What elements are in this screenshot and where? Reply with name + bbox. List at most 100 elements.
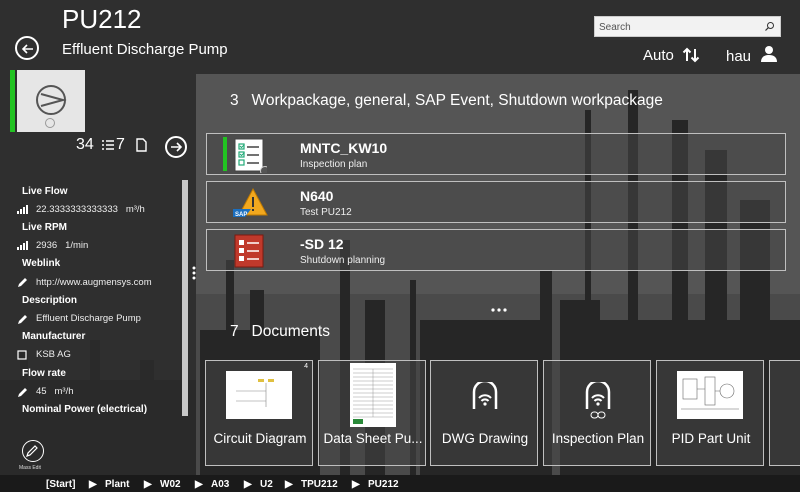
documents-heading: 7 Documents: [230, 323, 330, 341]
breadcrumb-item[interactable]: U2: [260, 479, 273, 490]
more-horizontal-icon[interactable]: [491, 308, 507, 312]
asset-status-bar: [10, 70, 15, 132]
wireless-document-icon: [585, 382, 611, 409]
property-value: 2936 1/min: [36, 240, 88, 251]
workpackage-heading-text: Workpackage, general, SAP Event, Shutdow…: [251, 92, 663, 109]
document-name: Data Sheet Pu...: [323, 431, 423, 446]
pencil-icon: [26, 445, 38, 457]
value-text: 22.3333333333333: [36, 204, 118, 215]
page-subtitle: Effluent Discharge Pump: [62, 41, 228, 58]
document-name: DWG Drawing: [441, 431, 529, 446]
pid-thumbnail: [677, 371, 743, 419]
task-count: 7: [116, 136, 125, 153]
breadcrumb-separator: ▶: [89, 479, 97, 490]
pencil-icon[interactable]: [17, 314, 28, 325]
pencil-icon[interactable]: [17, 277, 28, 288]
property-label: Live RPM: [22, 222, 68, 233]
breadcrumb-item[interactable]: W02: [160, 479, 181, 490]
unit-text: m³/h: [54, 386, 74, 397]
property-value: 22.3333333333333 m³/h: [36, 204, 145, 215]
page-title: PU212: [62, 4, 142, 34]
workpackage-item[interactable]: -SD 12 Shutdown planning: [206, 229, 786, 271]
signal-icon: [17, 241, 28, 250]
back-button[interactable]: [15, 36, 39, 60]
asset-tile[interactable]: [17, 70, 85, 132]
property-label: Weblink: [22, 258, 61, 269]
document-tile[interactable]: [769, 360, 800, 466]
checkbox-icon[interactable]: [17, 350, 27, 360]
workpackage-name: MNTC_KW10: [300, 140, 388, 156]
document-icon[interactable]: [136, 138, 147, 152]
workpackage-item[interactable]: MNTC_KW10 Inspection plan: [206, 133, 786, 175]
property-value: http://www.augmensys.com: [36, 277, 152, 288]
svg-text:SAP: SAP: [235, 212, 247, 218]
search-box[interactable]: [594, 16, 781, 37]
document-count: 7: [230, 323, 239, 340]
document-name: Inspection Plan: [551, 431, 645, 446]
breadcrumb-item[interactable]: A03: [211, 479, 229, 490]
property-value: Effluent Discharge Pump: [36, 313, 141, 324]
document-tile[interactable]: DWG Drawing: [430, 360, 538, 466]
property-value: KSB AG: [36, 349, 71, 360]
pump-icon: [36, 85, 67, 115]
arrow-right-icon: [171, 142, 183, 152]
document-tile[interactable]: PID Part Unit: [656, 360, 764, 466]
workpackage-name: N640: [300, 188, 334, 204]
mode-label[interactable]: Auto: [643, 47, 674, 64]
document-tile[interactable]: Inspection Plan: [543, 360, 651, 466]
workpackage-item[interactable]: SAP N640 Test PU212: [206, 181, 786, 223]
document-name: PID Part Unit: [671, 431, 751, 446]
wireless-document-icon: [472, 382, 498, 409]
shutdown-list-icon: [234, 234, 264, 268]
workpackage-desc: Test PU212: [300, 207, 352, 218]
property-value: 45 m³/h: [36, 386, 74, 397]
workpackage-name: -SD 12: [300, 236, 344, 252]
breadcrumb-separator: ▶: [195, 479, 203, 490]
properties-scrollbar[interactable]: [182, 180, 188, 420]
property-label: Nominal Power (electrical): [22, 404, 148, 415]
pencil-icon[interactable]: [17, 387, 28, 398]
breadcrumb-separator: ▶: [144, 479, 152, 490]
document-tile[interactable]: 4 Circuit Diagram: [205, 360, 313, 466]
arrow-left-icon: [21, 44, 33, 54]
status-bar: [223, 137, 227, 171]
mass-edit-button[interactable]: [22, 440, 44, 462]
list-icon: [102, 140, 114, 150]
scrollbar-thumb[interactable]: [182, 180, 188, 416]
checklist-icon: [234, 138, 267, 173]
more-vertical-icon[interactable]: [192, 266, 196, 280]
user-icon[interactable]: [760, 45, 778, 63]
search-input[interactable]: [599, 19, 759, 35]
documents-heading-text: Documents: [251, 323, 330, 340]
property-label: Flow rate: [22, 368, 66, 379]
property-label: Description: [22, 295, 78, 306]
breadcrumb-item[interactable]: PU212: [368, 479, 399, 490]
breadcrumb: [Start] ▶ Plant ▶ W02 ▶ A03 ▶ U2 ▶ TPU21…: [0, 475, 800, 492]
user-name[interactable]: hau: [726, 48, 751, 65]
breadcrumb-item[interactable]: TPU212: [301, 479, 338, 490]
data-sheet-thumbnail: [350, 363, 396, 427]
document-tile[interactable]: Data Sheet Pu...: [318, 360, 426, 466]
search-icon[interactable]: [764, 21, 775, 32]
breadcrumb-separator: ▶: [352, 479, 360, 490]
forward-button[interactable]: [165, 136, 187, 158]
unit-text: m³/h: [125, 204, 145, 215]
sort-arrows-icon[interactable]: [682, 47, 700, 63]
property-label: Live Flow: [22, 186, 68, 197]
value-text: 2936: [36, 240, 58, 251]
breadcrumb-item[interactable]: Plant: [105, 479, 129, 490]
circuit-diagram-thumbnail: [226, 371, 292, 419]
signal-icon: [17, 205, 28, 214]
workpackage-desc: Shutdown planning: [300, 255, 386, 266]
workpackage-desc: Inspection plan: [300, 159, 368, 170]
document-badge: 4: [304, 363, 308, 370]
breadcrumb-separator: ▶: [285, 479, 293, 490]
status-indicator: [45, 118, 55, 128]
breadcrumb-item[interactable]: [Start]: [46, 479, 75, 490]
document-name: Circuit Diagram: [213, 431, 307, 446]
sap-warning-icon: SAP: [233, 187, 268, 218]
workpackages-heading: 3 Workpackage, general, SAP Event, Shutd…: [230, 92, 663, 110]
unit-text: 1/min: [65, 240, 89, 251]
link-icon: [590, 411, 606, 419]
workpackage-count: 3: [230, 92, 239, 109]
